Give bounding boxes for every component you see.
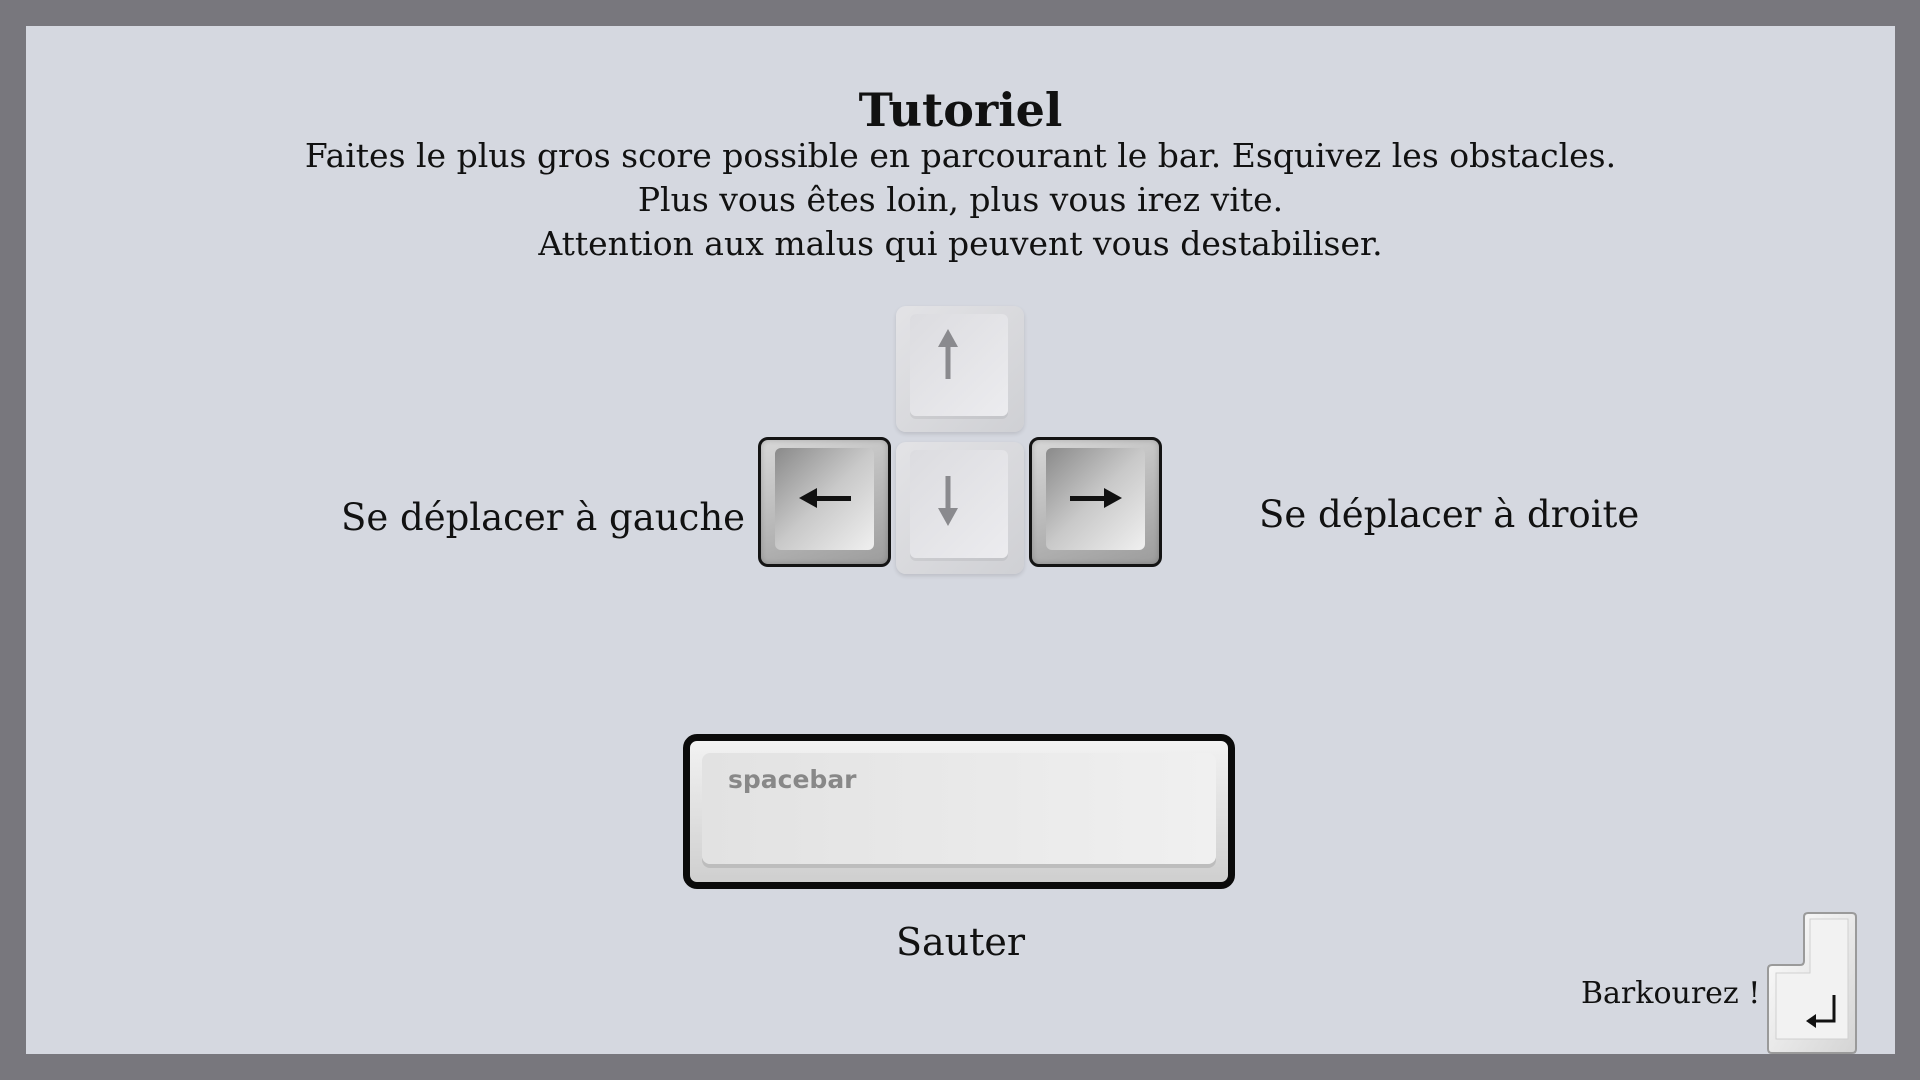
arrow-up-icon — [938, 329, 958, 379]
arrow-left-icon — [798, 488, 851, 508]
up-arrow-key — [896, 306, 1024, 432]
description-line: Faites le plus gros score possible en pa… — [304, 136, 1617, 175]
spacebar-key-label: spacebar — [728, 765, 857, 794]
enter-key[interactable] — [1764, 911, 1860, 1059]
tutorial-title: Tutoriel — [858, 83, 1063, 137]
description-line: Attention aux malus qui peuvent vous des… — [538, 224, 1383, 263]
start-prompt[interactable]: Barkourez ! — [1581, 972, 1760, 1016]
move-left-label: Se déplacer à gauche — [341, 496, 746, 539]
arrow-right-icon — [1069, 488, 1122, 508]
arrow-down-icon — [938, 476, 958, 526]
description-line: Plus vous êtes loin, plus vous irez vite… — [637, 180, 1284, 219]
down-arrow-key — [896, 442, 1024, 574]
move-right-label: Se déplacer à droite — [1259, 493, 1640, 536]
right-arrow-key — [1029, 437, 1162, 567]
tutorial-panel: Tutoriel Faites le plus gros score possi… — [26, 26, 1895, 1054]
left-arrow-key — [758, 437, 891, 567]
jump-label: Sauter — [895, 920, 1026, 964]
spacebar-key: spacebar — [683, 734, 1235, 889]
tutorial-description: Faites le plus gros score possible en pa… — [26, 134, 1895, 266]
